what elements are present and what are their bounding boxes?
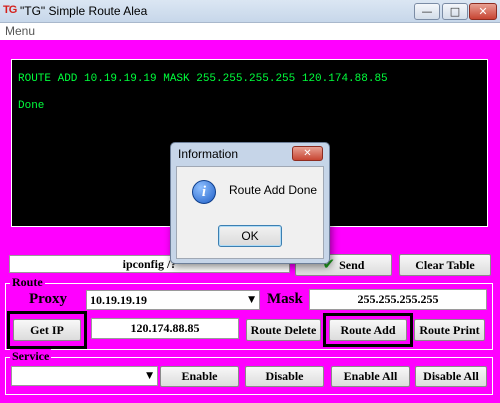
proxy-select-value: 10.19.19.19 (90, 293, 147, 307)
route-print-button[interactable]: Route Print (414, 319, 485, 341)
ip-field[interactable]: 120.174.88.85 (91, 318, 239, 339)
close-button[interactable]: ✕ (469, 3, 497, 20)
minimize-button[interactable]: — (414, 3, 440, 20)
service-select[interactable]: ▼ (11, 366, 158, 386)
dialog-message: Route Add Done (229, 183, 318, 197)
ok-button[interactable]: OK (218, 225, 282, 247)
menu-item-menu[interactable]: Menu (5, 24, 35, 38)
dropdown-arrow-icon: ▼ (146, 371, 153, 381)
disable-all-button[interactable]: Disable All (415, 366, 487, 387)
route-add-button[interactable]: Route Add (329, 319, 407, 341)
maximize-button[interactable]: □ (442, 3, 468, 20)
console-line: ROUTE ADD 10.19.19.19 MASK 255.255.255.2… (18, 73, 388, 85)
dialog-body: i Route Add Done OK (176, 166, 324, 259)
enable-button[interactable]: Enable (160, 366, 239, 387)
menu-bar: Menu (0, 23, 500, 40)
title-bar[interactable]: TG "TG" Simple Route Alea — □ ✕ (0, 0, 500, 23)
enable-all-button[interactable]: Enable All (331, 366, 410, 387)
dialog-title: Information (178, 147, 239, 161)
proxy-select[interactable]: 10.19.19.19 ▼ (86, 290, 260, 310)
information-dialog[interactable]: Information ✕ i Route Add Done OK (170, 142, 330, 264)
send-button-label: Send (339, 258, 365, 272)
mask-field[interactable]: 255.255.255.255 (309, 289, 487, 310)
dialog-close-button[interactable]: ✕ (292, 146, 323, 161)
disable-button[interactable]: Disable (245, 366, 324, 387)
mask-label: Mask (267, 291, 303, 307)
clear-table-button[interactable]: Clear Table (399, 254, 491, 276)
info-icon: i (192, 180, 216, 204)
dropdown-arrow-icon: ▼ (248, 295, 255, 305)
window-title: "TG" Simple Route Alea (20, 4, 148, 18)
app-logo-icon: TG (3, 4, 17, 16)
route-group-label: Route (10, 275, 45, 290)
proxy-label: Proxy (29, 291, 68, 307)
get-ip-button[interactable]: Get IP (13, 319, 81, 341)
console-line: Done (18, 100, 45, 112)
route-delete-button[interactable]: Route Delete (246, 319, 321, 341)
service-group-label: Service (10, 349, 52, 364)
